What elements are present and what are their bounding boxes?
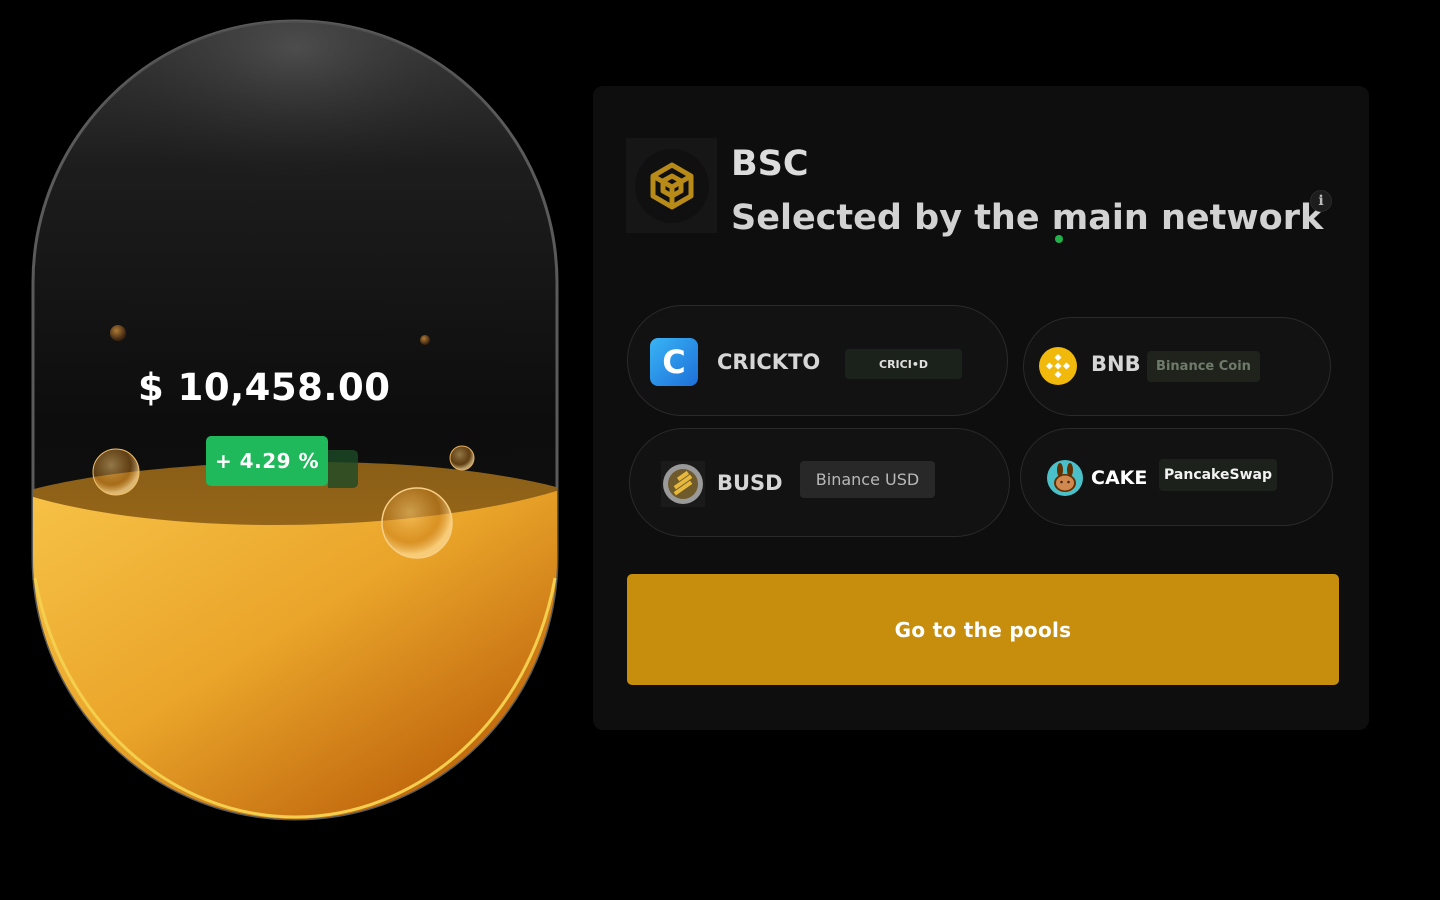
network-logo: [626, 138, 717, 233]
status-dot: [1055, 235, 1063, 243]
network-subtitle: Selected by the main network: [731, 198, 1324, 238]
token-name-tag: PancakeSwap: [1159, 459, 1277, 491]
token-symbol: CAKE: [1091, 467, 1148, 489]
token-name-tag: Binance Coin: [1147, 351, 1260, 382]
bsc-cube-icon: [634, 148, 709, 223]
token-symbol: CRICKTO: [717, 350, 821, 374]
pancakeswap-bunny-icon: [1047, 459, 1083, 501]
token-symbol: BUSD: [717, 471, 783, 495]
token-card-crickto[interactable]: C CRICKTO CRICI•D: [627, 305, 1008, 416]
capsule-illustration: [31, 19, 559, 821]
busd-logo-icon: [661, 461, 705, 511]
info-icon[interactable]: i: [1310, 190, 1332, 212]
balance-change-badge: + 4.29 %: [206, 436, 328, 486]
token-name-tag: Binance USD: [800, 461, 935, 498]
token-card-bnb[interactable]: BNB Binance Coin: [1023, 317, 1331, 416]
change-badge-shadow: [328, 450, 358, 488]
network-panel: BSC Selected by the main network i C CRI…: [593, 86, 1369, 730]
go-to-pools-button[interactable]: Go to the pools: [627, 574, 1339, 685]
wallet-balance: $ 10,458.00: [138, 366, 391, 409]
bnb-logo-icon: [1039, 347, 1077, 389]
crickto-logo-icon: C: [650, 338, 698, 390]
token-card-busd[interactable]: BUSD Binance USD: [629, 428, 1010, 537]
network-name: BSC: [731, 144, 809, 184]
wallet-capsule: $ 10,458.00 + 4.29 %: [30, 18, 560, 822]
token-name-tag: CRICI•D: [845, 349, 962, 379]
svg-text:C: C: [662, 343, 685, 381]
token-symbol: BNB: [1091, 352, 1141, 376]
token-card-cake[interactable]: CAKE PancakeSwap: [1020, 428, 1333, 526]
stage: $ 10,458.00 + 4.29 % BSC Selected by the…: [0, 0, 1440, 900]
